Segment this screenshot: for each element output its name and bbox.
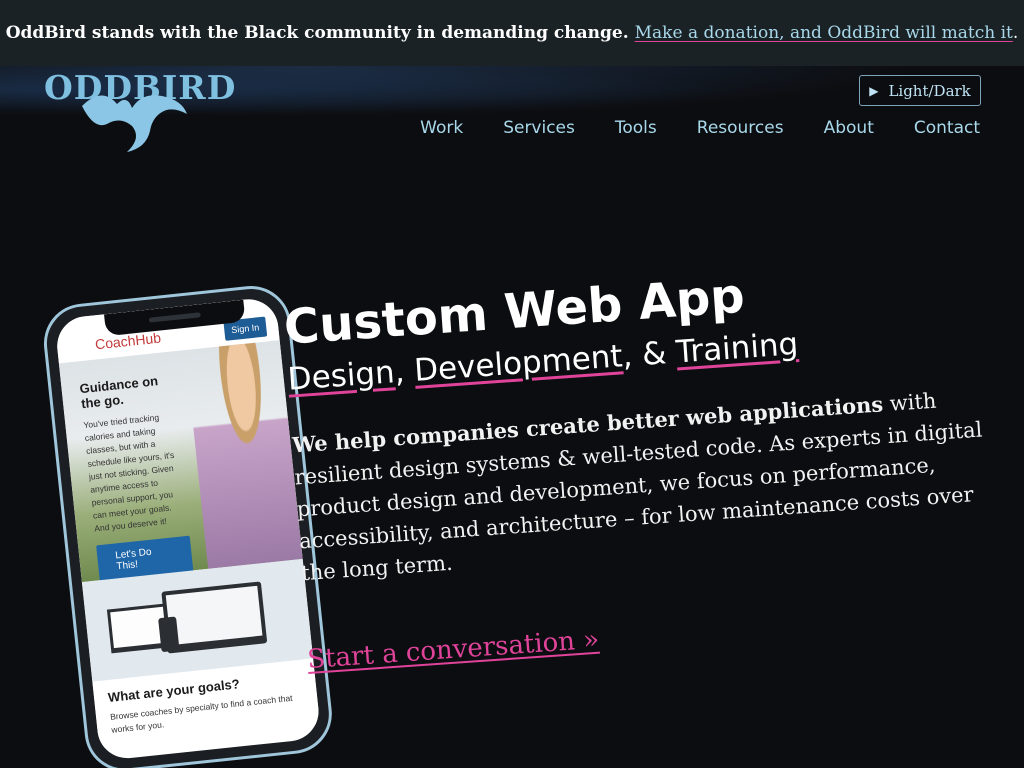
nav-about[interactable]: About (824, 118, 874, 138)
app-hero-title: Guidance on the go. (78, 373, 159, 412)
start-conversation-link[interactable]: Start a conversation » (306, 625, 600, 675)
subtitle-training: Training (674, 326, 800, 371)
woman-photo (185, 340, 303, 569)
nav-tools[interactable]: Tools (615, 118, 657, 138)
donation-link[interactable]: Make a donation, and OddBird will match … (635, 23, 1013, 43)
nav-services[interactable]: Services (503, 118, 575, 138)
app-hero-body: You've tried tracking calories and takin… (82, 412, 175, 534)
main-nav: Work Services Tools Resources About Cont… (420, 118, 980, 138)
play-icon: ▶ (869, 83, 879, 98)
announcement-banner: OddBird stands with the Black community … (0, 0, 1024, 66)
hero-content: Custom Web App Design, Development, & Tr… (280, 220, 997, 675)
announcement-message: OddBird stands with the Black community … (5, 23, 629, 43)
phone-screen: CoachHub Sign In Guidance on the go. You… (54, 296, 322, 762)
subtitle-separator: , (393, 352, 416, 391)
bird-logo-icon (82, 95, 187, 152)
app-hero: Guidance on the go. You've tried trackin… (58, 340, 303, 583)
nav-resources[interactable]: Resources (697, 118, 784, 138)
hero-intro: We help companies create better web appl… (291, 381, 990, 589)
theme-toggle-button[interactable]: ▶ Light/Dark (859, 75, 981, 106)
nav-contact[interactable]: Contact (914, 118, 980, 138)
announcement-period: . (1012, 23, 1019, 43)
subtitle-design: Design (286, 354, 396, 398)
nav-work[interactable]: Work (420, 118, 463, 138)
phone-image (158, 616, 180, 653)
subtitle-separator: , & (621, 334, 678, 375)
logo-link[interactable]: ODDBIRD (44, 68, 235, 158)
theme-toggle-label: Light/Dark (888, 81, 971, 100)
